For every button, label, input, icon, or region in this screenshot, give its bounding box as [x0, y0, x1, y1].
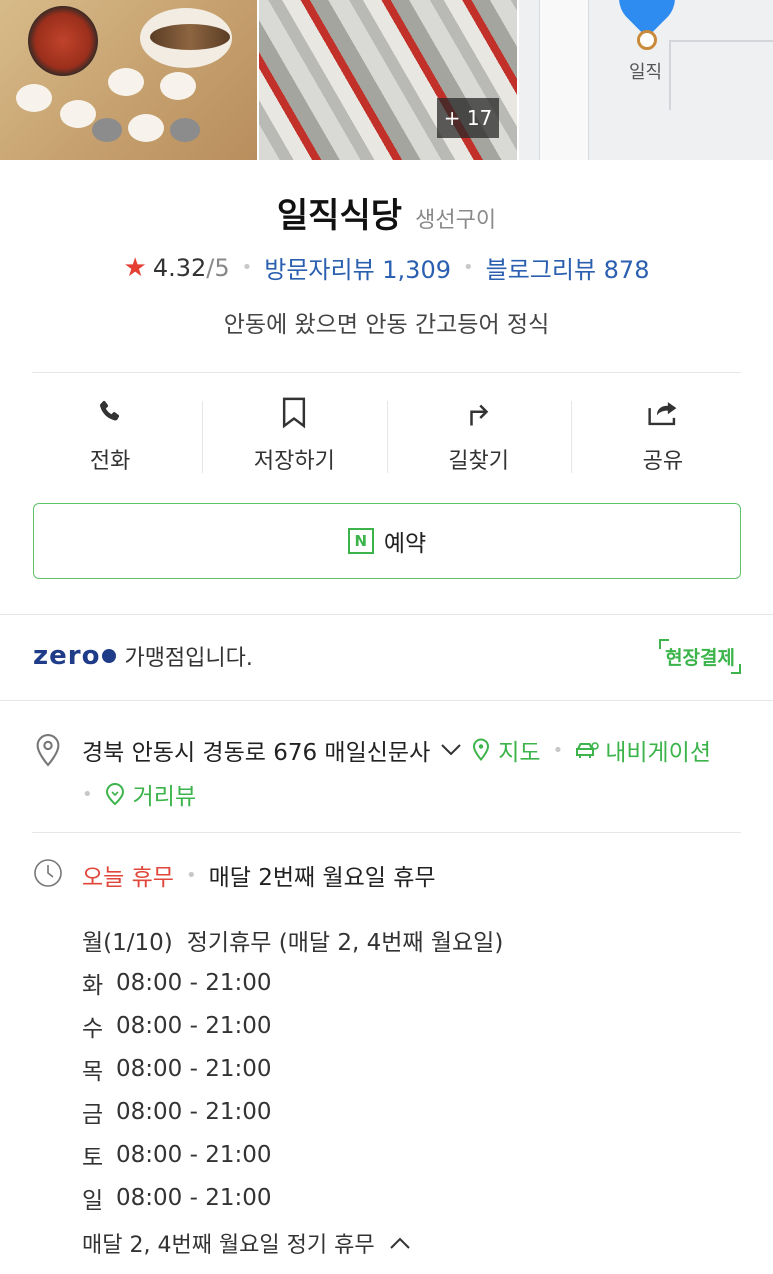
divider — [0, 614, 773, 615]
share-icon — [645, 395, 681, 431]
map-pin-small-icon — [473, 738, 490, 762]
save-button[interactable]: 저장하기 — [202, 395, 386, 480]
hours-row: 목 08:00 - 21:00 — [82, 1047, 503, 1090]
hours-list: 월(1/10) 정기휴무 (매달 2, 4번째 월요일) 화 08:00 - 2… — [82, 918, 503, 1219]
hours-day: 월(1/10) — [82, 929, 173, 956]
chevron-up-icon[interactable] — [389, 1231, 411, 1256]
divider — [0, 700, 773, 701]
location-pin-icon — [35, 733, 61, 767]
separator-dot: • — [552, 739, 564, 761]
phone-icon — [92, 395, 128, 431]
reserve-label: 예약 — [383, 531, 427, 557]
separator-dot: • — [82, 783, 93, 805]
place-description: 안동에 왔으면 안동 간고등어 정식 — [223, 312, 550, 338]
zeropay-text: 가맹점입니다. — [124, 646, 253, 671]
clock-icon — [33, 858, 63, 888]
map-link-label: 지도 — [498, 740, 541, 766]
divider — [32, 372, 741, 373]
blog-reviews-link[interactable]: 블로그리뷰 878 — [486, 250, 650, 285]
business-status: 오늘 휴무 — [82, 865, 174, 891]
hours-time: 08:00 - 21:00 — [116, 969, 272, 996]
chevron-down-icon[interactable] — [440, 737, 462, 763]
map-pin-label: 일직 — [629, 62, 663, 83]
hours-time: 08:00 - 21:00 — [116, 1012, 272, 1039]
share-button[interactable]: 공유 — [570, 395, 755, 480]
share-label: 공유 — [642, 449, 684, 474]
hours-time: 08:00 - 21:00 — [116, 1055, 272, 1082]
hours-day: 토 — [82, 1144, 104, 1171]
onsite-payment-badge[interactable]: 현장결제 — [659, 638, 741, 674]
navigation-link[interactable]: 내비게이션 — [575, 733, 711, 767]
separator-dot: • — [463, 257, 474, 278]
rating-score: 4.32 — [152, 253, 207, 282]
street-view-row: • 거리뷰 — [82, 777, 196, 811]
visitor-reviews-link[interactable]: 방문자리뷰 1,309 — [264, 250, 451, 285]
place-category: 생선구이 — [415, 208, 497, 233]
hours-day: 수 — [82, 1015, 104, 1042]
hours-note[interactable]: 매달 2, 4번째 월요일 정기 휴무 — [82, 1227, 411, 1259]
save-label: 저장하기 — [253, 449, 335, 474]
car-icon — [576, 742, 599, 758]
mini-map[interactable]: 일직 — [519, 0, 773, 160]
photo-strip: + 17 일직 — [0, 0, 773, 160]
hours-day: 목 — [82, 1058, 104, 1085]
hours-day: 화 — [82, 972, 104, 999]
hours-time: 08:00 - 21:00 — [116, 1141, 272, 1168]
street-view-icon — [105, 782, 124, 806]
zeropay-row: zero 가맹점입니다. 현장결제 — [33, 630, 741, 682]
directions-label: 길찾기 — [448, 449, 509, 474]
address-text: 경북 안동시 경동로 676 매일신문사 — [82, 740, 431, 766]
hours-time: 정기휴무 (매달 2, 4번째 월요일) — [186, 929, 504, 956]
divider — [32, 832, 741, 833]
hours-summary: 매달 2번째 월요일 휴무 — [208, 865, 436, 891]
navigation-link-label: 내비게이션 — [605, 740, 711, 766]
hours-time: 08:00 - 21:00 — [116, 1098, 272, 1125]
separator-dot: • — [241, 257, 253, 278]
hours-row: 월(1/10) 정기휴무 (매달 2, 4번째 월요일) — [82, 918, 503, 961]
rating-row: ★ 4.32 /5 • 방문자리뷰 1,309 • 블로그리뷰 878 — [0, 250, 773, 285]
map-link[interactable]: 지도 — [472, 733, 541, 767]
action-bar: 전화 저장하기 길찾기 공유 — [18, 395, 755, 480]
directions-button[interactable]: 길찾기 — [386, 395, 571, 480]
hours-header[interactable]: 오늘 휴무 • 매달 2번째 월요일 휴무 — [82, 858, 436, 892]
call-label: 전화 — [89, 449, 131, 474]
hours-day: 일 — [82, 1187, 104, 1214]
directions-icon — [461, 395, 497, 431]
place-header: 일직식당 생선구이 — [0, 188, 773, 237]
call-button[interactable]: 전화 — [18, 395, 202, 480]
street-view-label: 거리뷰 — [132, 784, 197, 810]
hours-row: 금 08:00 - 21:00 — [82, 1090, 503, 1133]
street-view-link[interactable]: 거리뷰 — [105, 777, 196, 811]
zeropay-logo: zero — [33, 641, 101, 671]
place-name: 일직식당 — [276, 196, 403, 236]
pay-badge-icon — [102, 649, 117, 663]
hours-row: 수 08:00 - 21:00 — [82, 1004, 503, 1047]
bookmark-icon — [276, 395, 312, 431]
separator-dot: • — [185, 864, 197, 886]
hours-row: 토 08:00 - 21:00 — [82, 1133, 503, 1176]
hours-day: 금 — [82, 1101, 104, 1128]
hours-note-text: 매달 2, 4번째 월요일 정기 휴무 — [82, 1233, 375, 1258]
hours-row: 화 08:00 - 21:00 — [82, 961, 503, 1004]
star-icon: ★ — [123, 252, 147, 283]
address-row: 경북 안동시 경동로 676 매일신문사 지도 • 내비게이션 — [82, 733, 711, 767]
food-photo[interactable] — [0, 0, 257, 160]
reserve-button[interactable]: N 예약 — [33, 503, 741, 579]
hours-time: 08:00 - 21:00 — [116, 1184, 272, 1211]
product-photo[interactable]: + 17 — [259, 0, 517, 160]
more-photos-badge[interactable]: + 17 — [437, 98, 499, 138]
rating-max: /5 — [206, 253, 230, 282]
naver-calendar-icon: N — [347, 528, 374, 554]
hours-row: 일 08:00 - 21:00 — [82, 1176, 503, 1219]
